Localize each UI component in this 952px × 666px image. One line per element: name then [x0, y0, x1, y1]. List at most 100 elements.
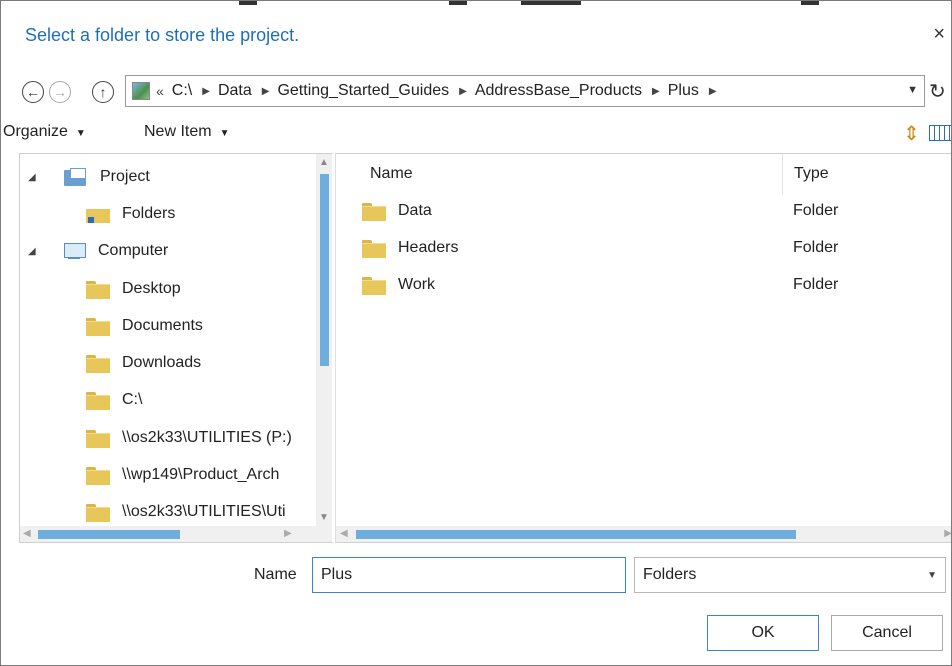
- crumb-addressbase-products[interactable]: AddressBase_Products: [475, 82, 642, 100]
- up-button[interactable]: ↑: [92, 81, 114, 103]
- project-icon: [64, 168, 88, 186]
- folder-icon: [86, 429, 110, 448]
- tree-item-network-utilities-p[interactable]: \\os2k33\UTILITIES (P:): [20, 421, 314, 455]
- new-item-label: New Item: [144, 123, 212, 140]
- file-list-horizontal-scrollbar[interactable]: ◀ ▶: [336, 526, 951, 542]
- tree-item-folders[interactable]: Folders: [20, 197, 314, 231]
- computer-icon: [62, 242, 86, 260]
- organize-menu[interactable]: Organize ▼: [3, 123, 86, 141]
- scroll-right-icon[interactable]: ▶: [944, 528, 951, 539]
- chevron-down-icon: ▼: [927, 570, 937, 581]
- crumb-separator-icon[interactable]: ▶: [652, 86, 660, 97]
- scroll-right-icon[interactable]: ▶: [284, 528, 292, 539]
- file-name-label: Data: [398, 202, 432, 219]
- folders-icon: [86, 206, 110, 223]
- scroll-left-icon[interactable]: ◀: [23, 528, 31, 539]
- folder-icon: [86, 466, 110, 485]
- folder-icon: [86, 354, 110, 373]
- list-item-name: Work: [362, 276, 436, 295]
- folder-picker-dialog: Select a folder to store the project. × …: [0, 0, 952, 666]
- dialog-title: Select a folder to store the project.: [25, 25, 300, 45]
- tree-item-label: \\os2k33\UTILITIES\Uti: [122, 503, 286, 520]
- file-name-label: Work: [398, 276, 436, 293]
- file-type-label: Folder: [793, 239, 839, 256]
- tree-item-label: C:\: [122, 391, 143, 408]
- crumb-data[interactable]: Data: [218, 82, 252, 100]
- folder-icon: [86, 280, 110, 299]
- tree-item-label: Project: [100, 168, 150, 185]
- list-item[interactable]: Work Folder: [336, 268, 951, 305]
- column-divider[interactable]: [782, 154, 783, 194]
- tree-item-label: Downloads: [122, 354, 202, 371]
- location-icon: [132, 82, 150, 100]
- crumb-separator-icon[interactable]: ▶: [709, 86, 717, 97]
- list-item[interactable]: Headers Folder: [336, 231, 951, 268]
- tree-item-downloads[interactable]: Downloads: [20, 346, 314, 380]
- folder-icon: [86, 317, 110, 336]
- tree-item-label: Desktop: [122, 280, 181, 297]
- tree-item-label: \\wp149\Product_Arch: [122, 466, 280, 483]
- tree-item-computer[interactable]: ◢ Computer: [20, 234, 314, 268]
- file-type-label: Folder: [793, 276, 839, 293]
- tree-item-label: \\os2k33\UTILITIES (P:): [122, 429, 292, 446]
- navigation-pane: ◢ Project Folders ◢ Computer Desktop Doc…: [19, 153, 333, 543]
- file-list-pane: Name Type Data Folder Headers Folder Wor…: [335, 153, 951, 543]
- address-bar: ← → ↑ « C:\ ▶ Data ▶ Getting_Started_Gui…: [1, 69, 951, 109]
- view-options-icon[interactable]: [929, 125, 951, 141]
- scroll-down-icon[interactable]: ▼: [319, 512, 329, 523]
- crumb-drive[interactable]: C:\: [172, 82, 192, 100]
- organize-label: Organize: [3, 123, 68, 140]
- expand-toggle-icon[interactable]: ◢: [28, 172, 36, 183]
- folder-type-select[interactable]: Folders ▼: [634, 557, 946, 593]
- cancel-button[interactable]: Cancel: [831, 615, 943, 651]
- breadcrumb[interactable]: « C:\ ▶ Data ▶ Getting_Started_Guides ▶ …: [125, 75, 925, 107]
- file-name-label: Headers: [398, 239, 459, 256]
- tree-item-documents[interactable]: Documents: [20, 309, 314, 343]
- folder-name-input[interactable]: [312, 557, 626, 593]
- history-dropdown-icon[interactable]: ▼: [907, 84, 918, 96]
- refresh-icon[interactable]: ↻: [929, 79, 946, 104]
- crumb-plus[interactable]: Plus: [668, 82, 699, 100]
- crumb-separator-icon[interactable]: ▶: [262, 86, 270, 97]
- title-bar: Select a folder to store the project. ×: [1, 11, 951, 63]
- overflow-chevron-icon[interactable]: «: [156, 83, 164, 99]
- nav-vertical-scrollbar[interactable]: ▲ ▼: [316, 154, 332, 526]
- scroll-thumb[interactable]: [38, 530, 180, 539]
- ok-button[interactable]: OK: [707, 615, 819, 651]
- folder-icon: [362, 276, 386, 295]
- tree-item-network-utilities-uti[interactable]: \\os2k33\UTILITIES\Uti: [20, 495, 314, 529]
- name-field-label: Name: [254, 566, 297, 583]
- column-header-name[interactable]: Name: [370, 154, 413, 194]
- sort-icon[interactable]: ⇕: [903, 121, 920, 146]
- new-item-menu[interactable]: New Item ▼: [144, 123, 229, 141]
- folder-type-value: Folders: [643, 566, 697, 583]
- tree-item-c-drive[interactable]: C:\: [20, 383, 314, 417]
- forward-arrow-icon: →: [53, 84, 67, 100]
- scroll-thumb[interactable]: [320, 174, 329, 366]
- nav-horizontal-scrollbar[interactable]: ◀ ▶: [20, 526, 332, 542]
- back-button[interactable]: ←: [22, 81, 44, 103]
- forward-button[interactable]: →: [49, 81, 71, 103]
- close-icon[interactable]: ×: [933, 23, 945, 46]
- scroll-up-icon[interactable]: ▲: [319, 157, 329, 168]
- folder-icon: [86, 391, 110, 410]
- crumb-separator-icon[interactable]: ▶: [202, 86, 210, 97]
- background-strip: [1, 1, 951, 11]
- list-item-name: Data: [362, 202, 432, 221]
- expand-toggle-icon[interactable]: ◢: [28, 246, 36, 257]
- column-header-type[interactable]: Type: [794, 154, 829, 194]
- crumb-getting-started-guides[interactable]: Getting_Started_Guides: [277, 82, 449, 100]
- folder-icon: [362, 239, 386, 258]
- list-item[interactable]: Data Folder: [336, 194, 951, 231]
- back-arrow-icon: ←: [26, 84, 40, 100]
- tree-item-project[interactable]: ◢ Project: [20, 160, 314, 194]
- chevron-down-icon: ▼: [75, 128, 86, 139]
- scroll-left-icon[interactable]: ◀: [340, 528, 348, 539]
- tree-item-network-product-arch[interactable]: \\wp149\Product_Arch: [20, 458, 314, 492]
- tree-item-label: Computer: [98, 242, 169, 259]
- scroll-thumb[interactable]: [356, 530, 796, 539]
- crumb-separator-icon[interactable]: ▶: [459, 86, 467, 97]
- tree-item-label: Folders: [122, 205, 176, 222]
- tree-item-desktop[interactable]: Desktop: [20, 272, 314, 306]
- tree-item-label: Documents: [122, 317, 203, 334]
